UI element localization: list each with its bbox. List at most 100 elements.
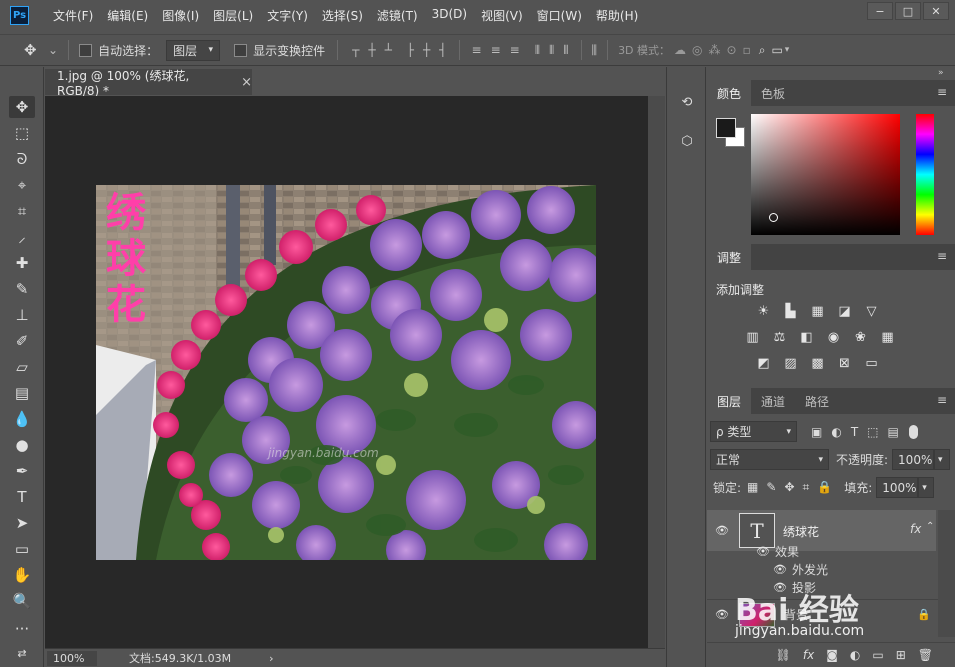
- zoom-level-field[interactable]: 100%: [47, 650, 97, 666]
- opacity-field[interactable]: 100%: [892, 449, 935, 470]
- menu-layer[interactable]: 图层(L): [206, 7, 260, 24]
- tab-channels[interactable]: 通道: [751, 388, 795, 414]
- eraser-tool-icon[interactable]: ▱: [9, 356, 35, 378]
- hue-slider[interactable]: [916, 114, 934, 235]
- type-tool-icon[interactable]: T: [9, 486, 35, 508]
- visibility-eye-icon[interactable]: 👁: [773, 563, 787, 577]
- canvas-vertical-scrollbar[interactable]: [648, 96, 665, 648]
- fill-chevron-icon[interactable]: ▾: [918, 477, 935, 498]
- pen-tool-icon[interactable]: ✒: [9, 460, 35, 482]
- lock-all-icon[interactable]: 🔒: [817, 480, 832, 495]
- auto-align-icon[interactable]: ⫼: [592, 43, 598, 58]
- channel-mixer-icon[interactable]: ❀: [852, 329, 869, 346]
- brush-tool-icon[interactable]: ✎: [9, 278, 35, 300]
- gradient-tool-icon[interactable]: ▤: [9, 382, 35, 404]
- lasso-tool-icon[interactable]: ᘐ: [9, 148, 35, 170]
- visibility-eye-icon[interactable]: 👁: [715, 608, 729, 622]
- layer-name[interactable]: 绣球花: [783, 523, 819, 540]
- blur-tool-icon[interactable]: 💧: [9, 408, 35, 430]
- menu-filter[interactable]: 滤镜(T): [370, 7, 425, 24]
- collapse-dock-icon[interactable]: »: [938, 68, 944, 78]
- panel-menu-icon[interactable]: ≡: [937, 85, 947, 99]
- hand-tool-icon[interactable]: ✋: [9, 564, 35, 586]
- orbit-3d-icon[interactable]: ☁: [674, 43, 686, 57]
- layer-fx-icon[interactable]: fx: [910, 522, 921, 536]
- tab-adjustments[interactable]: 调整: [707, 244, 752, 270]
- auto-select-checkbox[interactable]: [79, 43, 93, 57]
- healing-brush-tool-icon[interactable]: ✚: [9, 252, 35, 274]
- maximize-button[interactable]: □: [895, 2, 921, 20]
- stamp-tool-icon[interactable]: ⊥: [9, 304, 35, 326]
- dodge-tool-icon[interactable]: ●: [9, 434, 35, 456]
- distribute-right-icon[interactable]: ⦀: [563, 43, 568, 58]
- panel-menu-icon[interactable]: ≡: [937, 393, 947, 407]
- align-left-icon[interactable]: ├: [407, 43, 414, 57]
- tab-color[interactable]: 颜色: [707, 80, 752, 106]
- history-brush-tool-icon[interactable]: ✐: [9, 330, 35, 352]
- zoom-tool-icon[interactable]: 🔍: [9, 590, 35, 612]
- close-button[interactable]: ✕: [923, 2, 949, 20]
- minimize-button[interactable]: −: [867, 2, 893, 20]
- lock-artboard-icon[interactable]: ⌗: [803, 480, 810, 495]
- 3d-panel-icon[interactable]: ⬡: [677, 131, 697, 151]
- align-vcenter-icon[interactable]: ┼: [368, 43, 375, 57]
- align-right-icon[interactable]: ┤: [439, 43, 446, 57]
- close-tab-icon[interactable]: ×: [241, 75, 252, 90]
- auto-select-target-dropdown[interactable]: 图层 ▾: [166, 39, 221, 61]
- black-white-icon[interactable]: ◧: [798, 329, 815, 346]
- panel-menu-icon[interactable]: ≡: [937, 249, 947, 263]
- filter-adjustment-icon[interactable]: ◐: [831, 425, 841, 439]
- link-layers-icon[interactable]: ⛓: [776, 648, 791, 662]
- path-select-tool-icon[interactable]: ➤: [9, 512, 35, 534]
- align-bottom-icon[interactable]: ┴: [385, 43, 392, 57]
- slide-3d-icon[interactable]: ⊙: [727, 43, 737, 57]
- opacity-chevron-icon[interactable]: ▾: [934, 449, 951, 470]
- selective-color-icon[interactable]: ⊠: [836, 355, 853, 372]
- hue-saturation-icon[interactable]: ▥: [744, 329, 761, 346]
- lock-position-icon[interactable]: ✥: [784, 480, 794, 495]
- distribute-bottom-icon[interactable]: ≡: [510, 43, 520, 58]
- align-hcenter-icon[interactable]: ┼: [423, 43, 430, 57]
- quick-select-tool-icon[interactable]: ⌖: [9, 174, 35, 196]
- distribute-left-icon[interactable]: ⦀: [535, 43, 540, 58]
- invert-icon[interactable]: ◩: [755, 355, 772, 372]
- search-icon[interactable]: ⌕: [759, 43, 766, 58]
- swap-colors-icon[interactable]: ⇄: [9, 642, 35, 664]
- menu-help[interactable]: 帮助(H): [589, 7, 645, 24]
- distribute-vcenter-icon[interactable]: ≡: [491, 43, 501, 58]
- menu-edit[interactable]: 编辑(E): [100, 7, 155, 24]
- layers-scrollbar[interactable]: [938, 510, 955, 637]
- add-mask-icon[interactable]: ◙: [826, 648, 838, 662]
- filter-smart-object-icon[interactable]: ▤: [888, 425, 899, 439]
- drag-3d-icon[interactable]: ⁂: [709, 43, 721, 57]
- visibility-eye-icon[interactable]: 👁: [715, 523, 729, 537]
- menu-select[interactable]: 选择(S): [315, 7, 370, 24]
- color-balance-icon[interactable]: ⚖: [771, 329, 788, 346]
- delete-layer-icon[interactable]: 🗑: [918, 648, 933, 662]
- lock-pixels-icon[interactable]: ✎: [766, 480, 776, 495]
- workspace-icon[interactable]: ▭: [771, 43, 782, 57]
- effects-row[interactable]: 👁 效果: [707, 542, 955, 561]
- eyedropper-tool-icon[interactable]: ⸝: [9, 226, 35, 248]
- gradient-map-icon[interactable]: ▭: [863, 355, 880, 372]
- document-tab[interactable]: 1.jpg @ 100% (绣球花, RGB/8) * ×: [45, 69, 252, 98]
- tool-preset-chevron-icon[interactable]: ⌄: [48, 43, 58, 57]
- rectangle-tool-icon[interactable]: ▭: [9, 538, 35, 560]
- menu-3d[interactable]: 3D(D): [425, 7, 474, 24]
- new-layer-icon[interactable]: ⊞: [896, 648, 906, 662]
- filter-pixel-icon[interactable]: ▣: [811, 425, 822, 439]
- scale-3d-icon[interactable]: ▫: [743, 43, 751, 57]
- workspace-chevron-icon[interactable]: ▾: [785, 45, 790, 55]
- effect-row-outer-glow[interactable]: 👁 外发光: [707, 560, 955, 579]
- align-top-icon[interactable]: ┬: [352, 43, 359, 57]
- fill-field[interactable]: 100%: [876, 477, 919, 498]
- marquee-tool-icon[interactable]: ⬚: [9, 122, 35, 144]
- menu-image[interactable]: 图像(I): [155, 7, 206, 24]
- photo-filter-icon[interactable]: ◉: [825, 329, 842, 346]
- hydrangea-photo[interactable]: [96, 185, 596, 560]
- crop-tool-icon[interactable]: ⌗: [9, 200, 35, 222]
- filter-type-icon[interactable]: T: [851, 425, 858, 439]
- foreground-color-swatch[interactable]: [716, 118, 736, 138]
- history-panel-icon[interactable]: ⟲: [677, 92, 697, 112]
- menu-window[interactable]: 窗口(W): [530, 7, 589, 24]
